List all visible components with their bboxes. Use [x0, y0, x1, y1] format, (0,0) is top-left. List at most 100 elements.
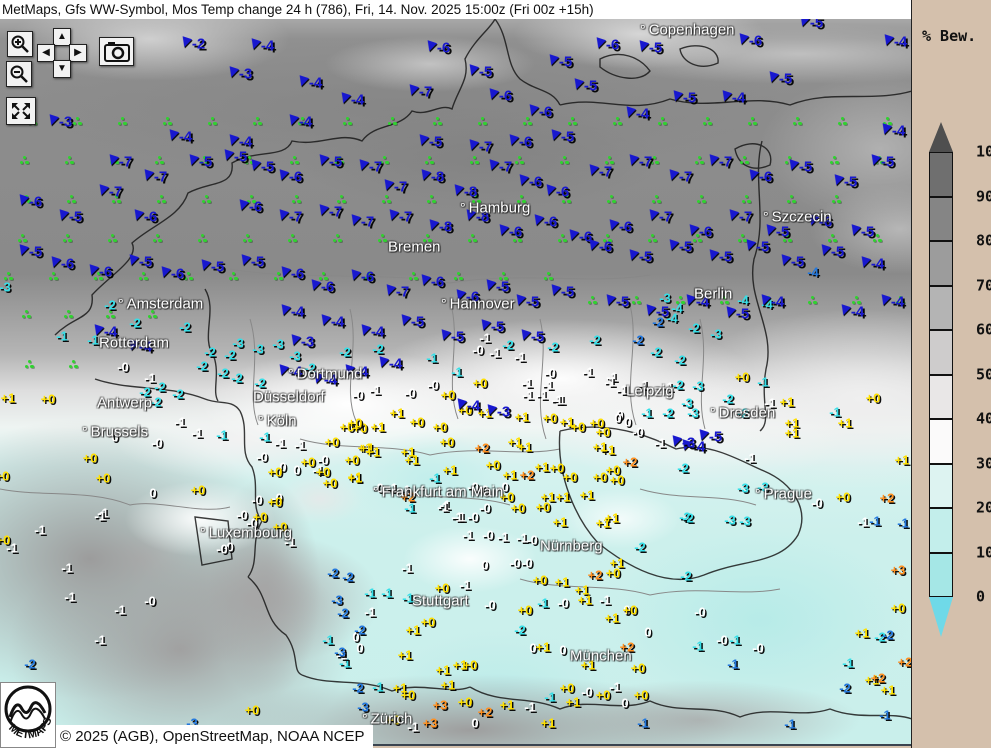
temp-change-value: 0 [356, 641, 363, 656]
shower-temp-change-value: -4 [456, 398, 480, 415]
city-name: Düsseldorf [253, 389, 325, 406]
city-name: Dortmund [297, 366, 363, 383]
metmaps-logo[interactable]: METMAPS [0, 682, 56, 748]
shower-temp-change-value: -5 [58, 209, 82, 226]
shower-temp-change-value: -5 [250, 159, 274, 176]
shower-temp-change-value: -3 [48, 114, 72, 131]
city-marker-icon: ° [441, 296, 447, 312]
shower-temp-change-value: -4 [288, 114, 312, 131]
temp-change-value: -1 [757, 375, 769, 390]
legend-tick-label: 10 [976, 543, 991, 561]
temp-change-value: +1 [578, 593, 593, 608]
shower-temp-change-value: -4 [360, 324, 384, 341]
shower-icon [644, 304, 657, 317]
temp-change-value: -1 [462, 528, 474, 543]
legend-tick-label: 30 [976, 454, 991, 472]
legend-tick-label: 90 [976, 187, 991, 205]
shower-temp-change-value: -5 [240, 254, 264, 271]
legend-segment [929, 464, 953, 509]
shower-temp-change-value: -5 [833, 174, 857, 191]
city-label: °Hamburg [460, 200, 530, 217]
legend-tick-label: 50 [976, 365, 991, 383]
temp-change-value: -1 [857, 515, 869, 530]
zoom-out-button[interactable] [6, 61, 32, 87]
pan-right-button[interactable]: ▶ [69, 44, 87, 62]
temp-change-value: -0 [479, 501, 491, 516]
temp-change-value: +1 [605, 511, 620, 526]
shower-icon [839, 304, 852, 317]
temp-change-value: -1 [744, 451, 756, 466]
shower-icon [349, 214, 362, 227]
temp-change-value: 0 [644, 625, 651, 640]
temp-change-value: +2 [880, 491, 895, 506]
shower-temp-change-value: -6 [518, 174, 542, 191]
temp-change-value: -1 [524, 700, 536, 715]
shower-icon [880, 123, 893, 136]
temp-change-value: -3 [710, 327, 722, 342]
shower-temp-change-value: -7 [98, 184, 122, 201]
green-precip-symbol-icon [139, 272, 148, 281]
shower-temp-change-value: -5 [605, 294, 629, 311]
shower-temp-change-value: -5 [188, 154, 212, 171]
city-label: Leipzig [626, 383, 674, 400]
temp-change-value: -1 [259, 430, 271, 445]
shower-temp-change-value: -7 [385, 284, 409, 301]
shower-temp-change-value: -7 [278, 209, 302, 226]
temp-change-value: -2 [547, 340, 559, 355]
temp-change-value: 0 [624, 415, 631, 430]
shower-temp-change-value: -7 [648, 209, 672, 226]
green-precip-symbol-icon [157, 195, 166, 204]
temp-change-value: -1 [64, 590, 76, 605]
shower-icon [289, 334, 302, 347]
green-precip-symbol-icon [427, 195, 436, 204]
temp-change-value: -1 [692, 639, 704, 654]
shower-icon [317, 204, 330, 217]
shower-temp-change-value: -6 [498, 224, 522, 241]
temp-change-value: -2 [337, 606, 349, 621]
shower-temp-change-value: -5 [200, 259, 224, 276]
map[interactable]: ▲ ◀ ▶ ▼ °Copenhagen°HamburgBremen°Szczec… [0, 19, 912, 746]
city-marker-icon: ° [755, 486, 761, 502]
green-precip-symbol-icon [229, 272, 238, 281]
temp-change-value: +0 [836, 490, 851, 505]
shower-temp-change-value: -7 [628, 154, 652, 171]
temp-change-value: -0 [581, 685, 593, 700]
temp-change-value: -2 [589, 333, 601, 348]
temp-change-value: -3 [272, 337, 284, 352]
shower-temp-change-value: -5 [550, 129, 574, 146]
snapshot-button[interactable] [99, 37, 134, 66]
green-precip-symbol-icon [697, 195, 706, 204]
temp-change-value: +0 [440, 435, 455, 450]
temp-change-value: +2 [871, 671, 886, 686]
shower-temp-change-value: -5 [745, 239, 769, 256]
shower-icon [399, 314, 412, 327]
city-name: Bremen [388, 239, 441, 256]
shower-icon [159, 266, 172, 279]
shower-icon [759, 294, 772, 307]
cloud-cover-legend: % Bew. 1009080706050403020100 [911, 0, 991, 748]
legend-segment [929, 419, 953, 464]
legend-segment [929, 197, 953, 242]
fullscreen-button[interactable] [6, 97, 36, 125]
temp-change-value: -2 [674, 353, 686, 368]
temp-change-value: -0 [144, 594, 156, 609]
pan-down-button[interactable]: ▼ [53, 60, 71, 78]
shower-icon [339, 92, 352, 105]
temp-change-value: -1 [489, 346, 501, 361]
legend-segment [929, 330, 953, 375]
shower-icon [832, 174, 845, 187]
shower-temp-change-value: -5 [788, 159, 812, 176]
shower-temp-change-value: -5 [515, 294, 539, 311]
green-precip-symbol-icon [648, 234, 657, 243]
green-precip-symbol-icon [632, 296, 641, 305]
green-precip-symbol-icon [49, 272, 58, 281]
temp-change-value: +0 [631, 661, 646, 676]
green-precip-symbol-icon [25, 360, 34, 369]
city-label: München [570, 648, 632, 665]
zoom-in-button[interactable] [7, 31, 33, 57]
legend-cap-bottom [929, 597, 953, 637]
city-name: München [570, 648, 632, 665]
shower-temp-change-value: -4 [883, 34, 907, 51]
shower-icon [624, 106, 637, 119]
temp-change-value: +0 [596, 425, 611, 440]
